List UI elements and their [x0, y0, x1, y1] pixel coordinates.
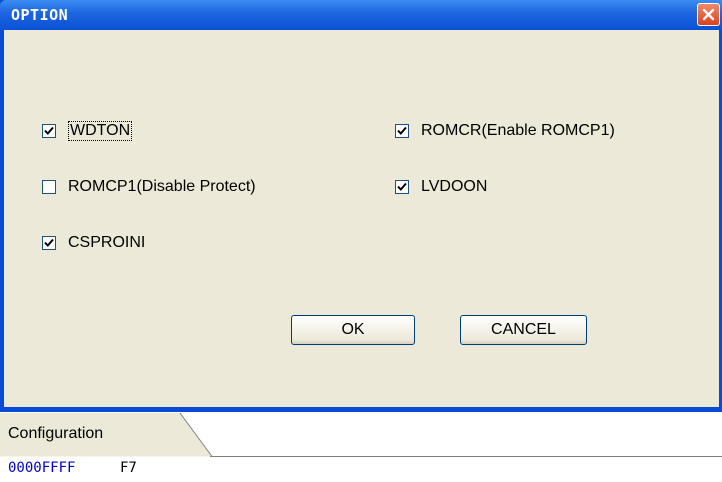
checkbox-label: CSPROINI [68, 234, 146, 251]
checkbox-romcr[interactable]: ROMCR(Enable ROMCP1) [395, 121, 615, 141]
checkmark-icon [44, 126, 54, 135]
bottom-panel: Configuration [0, 413, 722, 457]
checkbox-wdton[interactable]: WDTON [42, 121, 133, 141]
close-icon [702, 8, 715, 21]
checkbox-box[interactable] [395, 124, 409, 138]
dialog-client-area: WDTON ROMCR(Enable ROMCP1) ROMCP1(Disabl… [4, 30, 719, 407]
option-dialog: OPTION WDTON ROMCR(Enable ROMCP1) ROMCP1… [0, 0, 722, 412]
ok-button[interactable]: OK [291, 315, 415, 345]
tab-divider [210, 456, 722, 457]
dialog-title: OPTION [11, 6, 69, 24]
checkbox-csproini[interactable]: CSPROINI [42, 233, 145, 253]
memory-row: 0000FFFF F7 [8, 460, 137, 478]
checkmark-icon [397, 126, 407, 135]
checkbox-label: ROMCR(Enable ROMCP1) [421, 122, 615, 139]
tab-configuration[interactable]: Configuration [0, 413, 214, 457]
checkbox-lvdoon[interactable]: LVDOON [395, 177, 487, 197]
tab-label: Configuration [8, 425, 104, 442]
checkbox-label: LVDOON [421, 178, 488, 195]
checkbox-box[interactable] [42, 180, 56, 194]
checkmark-icon [44, 238, 54, 247]
checkbox-romcp1[interactable]: ROMCP1(Disable Protect) [42, 177, 256, 197]
memory-value: F7 [120, 460, 137, 476]
close-button[interactable] [697, 3, 720, 26]
title-bar[interactable]: OPTION [0, 0, 722, 30]
checkbox-label: ROMCP1(Disable Protect) [68, 178, 256, 195]
checkbox-box[interactable] [42, 124, 56, 138]
cancel-button[interactable]: CANCEL [460, 315, 587, 345]
checkmark-icon [397, 182, 407, 191]
checkbox-box[interactable] [42, 236, 56, 250]
memory-address: 0000FFFF [8, 460, 76, 476]
checkbox-label: WDTON [68, 121, 133, 141]
checkbox-box[interactable] [395, 180, 409, 194]
